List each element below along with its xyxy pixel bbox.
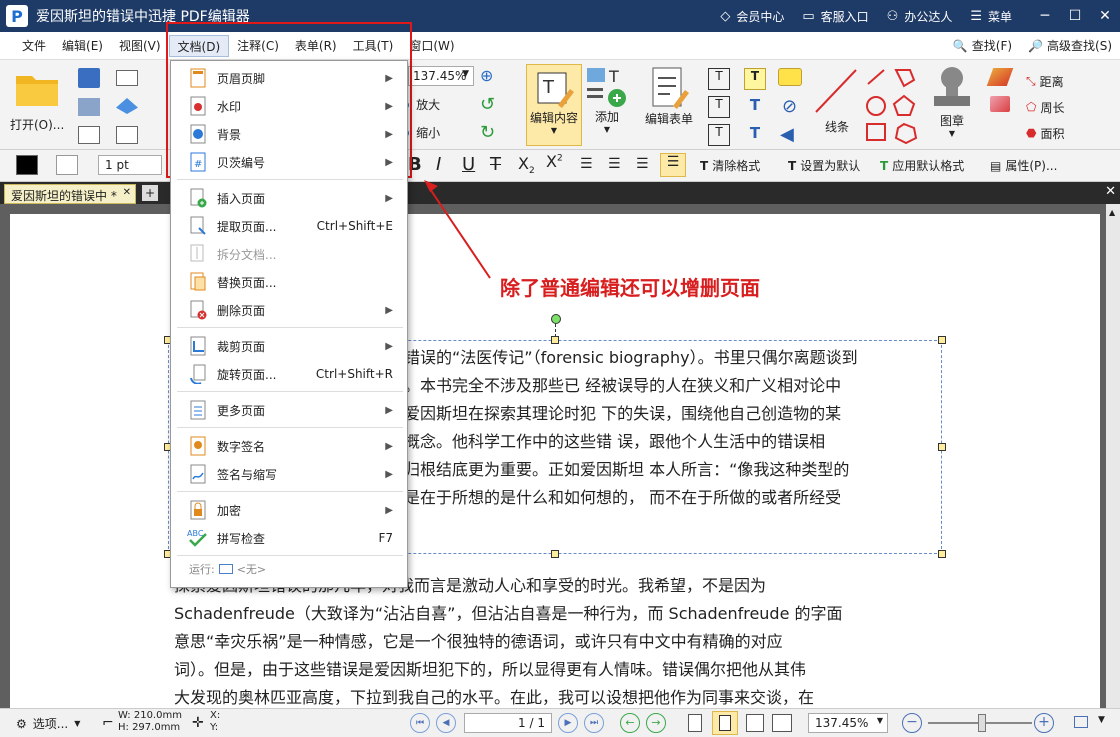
menu-separator xyxy=(177,179,403,180)
watermark-icon xyxy=(187,96,209,116)
menu-item-sign-initials[interactable]: 签名与缩写 ▶ xyxy=(171,461,407,487)
sign-initials-icon xyxy=(187,464,209,484)
chevron-down-icon[interactable]: ▼ xyxy=(1098,715,1105,725)
submenu-arrow-icon: ▶ xyxy=(385,340,393,352)
page-size-readout: W: 210.0mm H: 297.0mm xyxy=(118,710,182,733)
submenu-arrow-icon: ▶ xyxy=(385,156,393,168)
menu-item-digital-signature[interactable]: 数字签名 ▶ xyxy=(171,433,407,459)
replace-page-icon xyxy=(187,272,209,292)
menu-separator xyxy=(177,427,403,428)
insert-page-icon xyxy=(187,188,209,208)
bates-icon: # xyxy=(187,152,209,172)
cursor-position-readout: X: Y: xyxy=(210,710,221,733)
gear-icon: ⚙ xyxy=(16,716,27,731)
digital-signature-icon xyxy=(187,436,209,456)
menu-item-extract-page[interactable]: 提取页面... Ctrl+Shift+E xyxy=(171,213,407,239)
menu-item-more-pages[interactable]: 更多页面 ▶ xyxy=(171,397,407,423)
run-action-row[interactable]: 运行: <无> xyxy=(189,561,266,577)
submenu-arrow-icon: ▶ xyxy=(385,468,393,480)
previous-page-icon[interactable]: ◀ xyxy=(436,713,456,733)
split-document-icon xyxy=(187,244,209,264)
last-page-icon[interactable]: ⏭ xyxy=(584,713,604,733)
menu-separator xyxy=(177,555,403,556)
svg-text:ABC: ABC xyxy=(187,529,204,538)
rotate-page-icon xyxy=(187,364,209,384)
menu-separator xyxy=(177,491,403,492)
back-icon[interactable]: ← xyxy=(620,713,640,733)
page-number-input[interactable]: 1 / 1 xyxy=(464,713,552,733)
submenu-arrow-icon: ▶ xyxy=(385,192,393,204)
first-page-icon[interactable]: ⏮ xyxy=(410,713,430,733)
menu-separator xyxy=(177,391,403,392)
menu-item-bates-numbering[interactable]: # 贝茨编号 ▶ xyxy=(171,149,407,175)
chevron-down-icon: ▼ xyxy=(876,716,883,725)
menu-item-watermark[interactable]: 水印 ▶ xyxy=(171,93,407,119)
options-button[interactable]: ⚙ 选项... ▼ xyxy=(16,715,80,732)
menu-item-rotate-page[interactable]: 旋转页面... Ctrl+Shift+R xyxy=(171,361,407,387)
extract-page-icon xyxy=(187,216,209,236)
zoom-slider-handle[interactable] xyxy=(978,714,986,732)
continuous-facing-view-icon[interactable] xyxy=(772,714,792,732)
header-footer-icon xyxy=(187,68,209,88)
crop-page-icon xyxy=(187,336,209,356)
more-pages-icon xyxy=(187,400,209,420)
facing-view-icon[interactable] xyxy=(746,714,764,732)
submenu-arrow-icon: ▶ xyxy=(385,100,393,112)
submenu-arrow-icon: ▶ xyxy=(385,440,393,452)
svg-text:#: # xyxy=(194,159,202,170)
zoom-out-slider-icon[interactable]: − xyxy=(902,713,922,733)
menu-item-spell-check[interactable]: ABC 拼写检查 F7 xyxy=(171,525,407,551)
submenu-arrow-icon: ▶ xyxy=(385,404,393,416)
menu-separator xyxy=(177,327,403,328)
document-menu-dropdown: 页眉页脚 ▶ 水印 ▶ 背景 ▶ # 贝茨编号 ▶ 插入页面 ▶ 提取页面... Ctrl+S… xyxy=(170,60,408,588)
cursor-position-icon: ✛ xyxy=(192,715,204,731)
menu-item-delete-page[interactable]: 删除页面 ▶ xyxy=(171,297,407,323)
menu-item-split-document: 拆分文档... xyxy=(171,241,407,267)
run-action-icon xyxy=(218,564,233,574)
zoom-in-slider-icon[interactable]: + xyxy=(1034,713,1054,733)
spell-check-icon: ABC xyxy=(187,528,209,548)
menu-item-header-footer[interactable]: 页眉页脚 ▶ xyxy=(171,65,407,91)
page-size-icon: ⌐ xyxy=(102,715,114,731)
submenu-arrow-icon: ▶ xyxy=(385,504,393,516)
continuous-view-icon[interactable] xyxy=(712,711,738,735)
fullscreen-icon[interactable] xyxy=(1074,716,1088,728)
background-icon xyxy=(187,124,209,144)
chevron-down-icon: ▼ xyxy=(74,719,81,728)
menu-item-insert-page[interactable]: 插入页面 ▶ xyxy=(171,185,407,211)
single-page-view-icon[interactable] xyxy=(688,714,702,732)
menu-item-background[interactable]: 背景 ▶ xyxy=(171,121,407,147)
menu-item-replace-page[interactable]: 替换页面... xyxy=(171,269,407,295)
delete-page-icon xyxy=(187,300,209,320)
menu-item-crop-page[interactable]: 裁剪页面 ▶ xyxy=(171,333,407,359)
submenu-arrow-icon: ▶ xyxy=(385,128,393,140)
submenu-arrow-icon: ▶ xyxy=(385,72,393,84)
status-bar: ⚙ 选项... ▼ ⌐ W: 210.0mm H: 297.0mm ✛ X: Y: ⏮ … xyxy=(0,708,1120,737)
submenu-arrow-icon: ▶ xyxy=(385,304,393,316)
status-zoom-select[interactable]: 137.45% ▼ xyxy=(808,713,888,733)
lock-icon xyxy=(187,500,209,520)
forward-icon[interactable]: → xyxy=(646,713,666,733)
menu-item-encrypt[interactable]: 加密 ▶ xyxy=(171,497,407,523)
next-page-icon[interactable]: ▶ xyxy=(558,713,578,733)
